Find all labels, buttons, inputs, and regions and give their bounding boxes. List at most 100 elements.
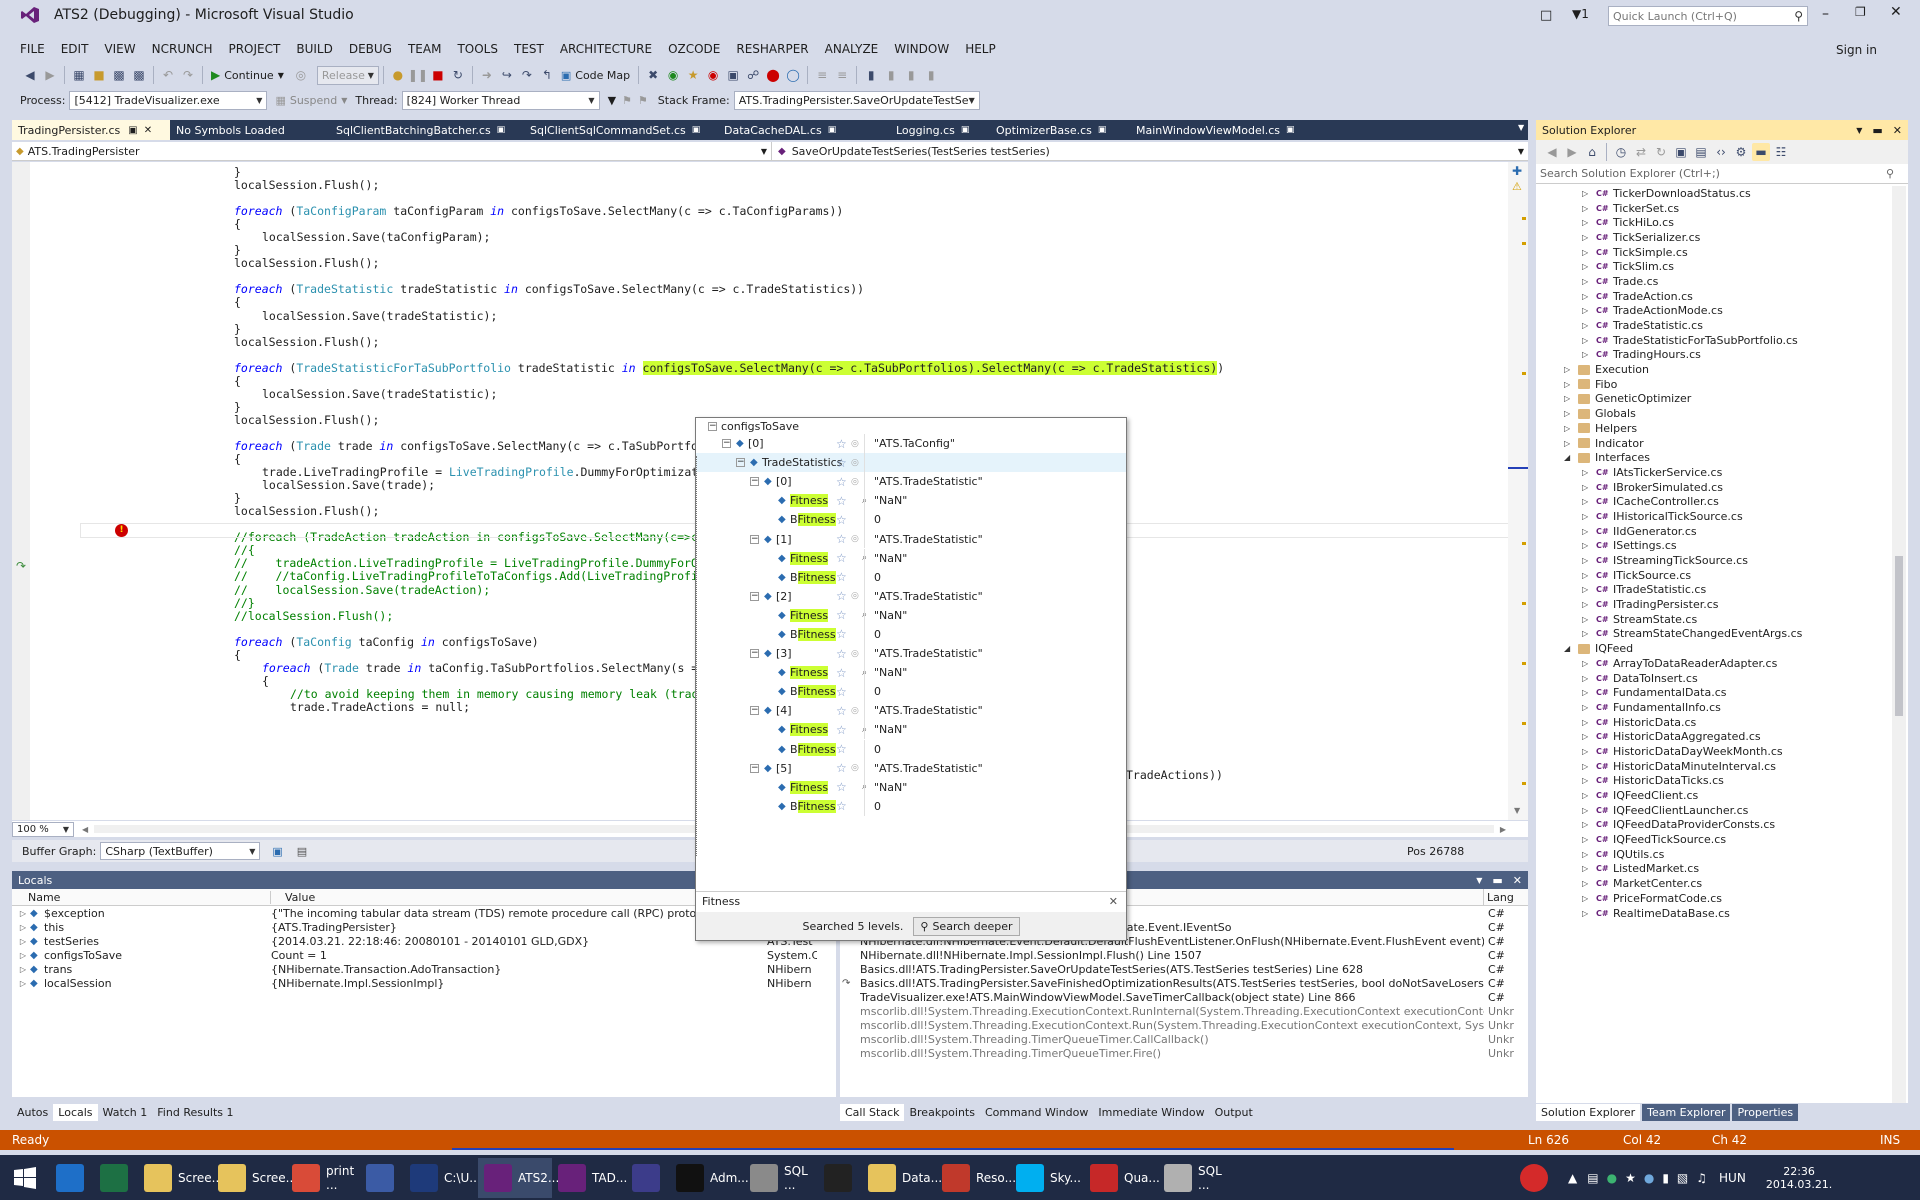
star-icon[interactable]: ☆ (836, 532, 847, 546)
menu-help[interactable]: HELP (965, 42, 996, 56)
doc-tab[interactable]: SqlClientBatchingBatcher.cs ▣ (330, 120, 505, 140)
buffer-graph-combo[interactable]: CSharp (TextBuffer) ▼ (100, 842, 261, 860)
menu-build[interactable]: BUILD (296, 42, 332, 56)
star-icon[interactable]: ☆ (836, 799, 847, 813)
breakpoint-icon[interactable]: ⬤ (764, 66, 782, 84)
collapsed-arrow-icon[interactable]: ▷ (1582, 541, 1596, 550)
undo-icon[interactable]: ↶ (159, 66, 177, 84)
collapsed-arrow-icon[interactable]: ▷ (1582, 248, 1596, 257)
solution-item[interactable]: ▷ Execution (1536, 362, 1908, 377)
solution-item[interactable]: ▷ C# TickSimple.cs (1536, 245, 1908, 260)
feedback-icon[interactable]: ▼1 (1572, 7, 1589, 21)
code-map-button[interactable]: ▣ Code Map (561, 69, 630, 82)
collapsed-arrow-icon[interactable]: ▷ (1582, 835, 1596, 844)
tab-locals[interactable]: Locals (53, 1103, 98, 1121)
collapsed-arrow-icon[interactable]: ▷ (1582, 556, 1596, 565)
collapsed-arrow-icon[interactable]: ▷ (1564, 365, 1578, 374)
tray-icon-2[interactable]: ● (1607, 1171, 1617, 1185)
collapsed-arrow-icon[interactable]: ▷ (1564, 409, 1578, 418)
solution-search-input[interactable]: Search Solution Explorer (Ctrl+;) ⚲ (1536, 164, 1908, 184)
restore-button[interactable]: ❐ (1855, 5, 1866, 19)
collapsed-arrow-icon[interactable]: ▷ (1582, 350, 1596, 359)
solution-item[interactable]: ▷ Helpers (1536, 421, 1908, 436)
taskbar-item[interactable]: Data... (862, 1158, 942, 1198)
quick-launch-input[interactable]: Quick Launch (Ctrl+Q) ⚲ (1608, 6, 1808, 26)
star-icon[interactable]: ☆ (836, 627, 847, 641)
collapsed-arrow-icon[interactable]: ▷ (1582, 306, 1596, 315)
star-icon[interactable]: ☆ (836, 723, 847, 737)
callstack-pin-icon[interactable]: ▬ (1492, 874, 1502, 887)
solution-item[interactable]: ▷ C# ISettings.cs (1536, 539, 1908, 554)
collapsed-arrow-icon[interactable]: ▷ (1582, 820, 1596, 829)
callstack-row[interactable]: mscorlib.dll!System.Threading.TimerQueue… (840, 1046, 1528, 1060)
solution-item[interactable]: ▷ C# TradingHours.cs (1536, 348, 1908, 363)
breakpoint-exception-icon[interactable]: ! (115, 524, 128, 537)
tray-icon-4[interactable]: ● (1644, 1171, 1654, 1185)
star-icon[interactable]: ☆ (836, 666, 847, 680)
collapse-icon[interactable]: − (750, 534, 759, 544)
collapsed-arrow-icon[interactable]: ▷ (1582, 806, 1596, 815)
solution-item[interactable]: ▷ C# MarketCenter.cs (1536, 876, 1908, 891)
camera-icon[interactable]: ▣ (724, 66, 742, 84)
datatip-row[interactable]: ◆ BFitness ☆ 0 (696, 682, 1126, 702)
solution-item[interactable]: ▷ C# StreamStateChangedEventArgs.cs (1536, 627, 1908, 642)
datatip-row[interactable]: ◆Fitness☆⌕"NaN" (696, 491, 1126, 511)
tray-icon-1[interactable]: ▤ (1587, 1171, 1598, 1185)
view-code-icon[interactable]: ‹› (1712, 143, 1730, 161)
threads-icon[interactable]: ⚑ (638, 94, 648, 107)
tab-watch-1[interactable]: Watch 1 (98, 1104, 153, 1121)
scroll-right-icon[interactable]: ▶ (1500, 825, 1506, 834)
solution-item[interactable]: ▷ C# TickHiLo.cs (1536, 215, 1908, 230)
collapsed-arrow-icon[interactable]: ▷ (1582, 468, 1596, 477)
redo-icon[interactable]: ↷ (179, 66, 197, 84)
star-icon[interactable]: ☆ (836, 685, 847, 699)
solution-item[interactable]: ▷ C# IQFeedTickSource.cs (1536, 832, 1908, 847)
tab-properties[interactable]: Properties (1732, 1103, 1799, 1121)
tab-team-explorer[interactable]: Team Explorer (1642, 1103, 1731, 1121)
datatip-row[interactable]: − ◆ [5] ☆ ◎ "ATS.TradeStatistic" (696, 758, 1126, 778)
collapsed-arrow-icon[interactable]: ▷ (1582, 629, 1596, 638)
taskbar-item[interactable] (360, 1158, 404, 1198)
flag-icon[interactable]: ⚑ (622, 94, 632, 107)
solution-item[interactable]: ◢ Interfaces (1536, 450, 1908, 465)
solution-item[interactable]: ▷ C# RealtimeDataBase.cs (1536, 906, 1908, 921)
collapsed-arrow-icon[interactable]: ▷ (1582, 497, 1596, 506)
refresh-icon[interactable]: ↻ (1652, 143, 1670, 161)
star-icon[interactable]: ☆ (836, 589, 847, 603)
ozcode-icon[interactable]: ◉ (664, 66, 682, 84)
home-icon[interactable]: ⌂ (1583, 143, 1601, 161)
solution-item[interactable]: ▷ Globals (1536, 406, 1908, 421)
menu-tools[interactable]: TOOLS (457, 42, 498, 56)
hex-icon[interactable]: ✖ (644, 66, 662, 84)
tab-immediate-window[interactable]: Immediate Window (1093, 1104, 1209, 1121)
solution-item[interactable]: ▷ C# IBrokerSimulated.cs (1536, 480, 1908, 495)
menu-team[interactable]: TEAM (408, 42, 441, 56)
step-into-icon[interactable]: ↪ (498, 66, 516, 84)
indicator-margin[interactable] (12, 162, 30, 820)
language-indicator[interactable]: HUN (1719, 1171, 1746, 1185)
split-icon[interactable]: ✚ (1512, 164, 1522, 178)
tab-overflow-icon[interactable]: ▼ (1518, 123, 1524, 132)
collapse-icon[interactable]: − (722, 439, 731, 449)
doc-tab[interactable]: DataCacheDAL.cs ▣ (718, 120, 888, 140)
editor-vertical-scrollbar[interactable]: ✚ ⚠ ▼ (1508, 162, 1528, 820)
sync-icon[interactable]: ⇄ (1632, 143, 1650, 161)
solution-item[interactable]: ▷ C# TradeStatisticForTaSubPortfolio.cs (1536, 333, 1908, 348)
menu-project[interactable]: PROJECT (228, 42, 280, 56)
collapsed-arrow-icon[interactable]: ▷ (1582, 776, 1596, 785)
locals-row[interactable]: ▷ ◆ localSession {NHibernate.Impl.SessionIm… (12, 976, 836, 990)
datatip-row[interactable]: ◆ BFitness ☆ 0 (696, 510, 1126, 530)
eye-icon[interactable]: ◎ (851, 706, 859, 716)
menu-debug[interactable]: DEBUG (349, 42, 392, 56)
taskbar-item[interactable] (94, 1158, 138, 1198)
collapse-icon[interactable]: − (750, 706, 759, 716)
datatip-row[interactable]: − ◆ [0] ☆ ◎ "ATS.TaConfig" (696, 434, 1126, 453)
star-icon[interactable]: ☆ (836, 513, 847, 527)
bookmark-next-icon[interactable]: ▮ (902, 66, 920, 84)
taskbar-item[interactable]: SQL ... (744, 1158, 818, 1198)
collapse-all-icon[interactable]: ▣ (1672, 143, 1690, 161)
collapsed-arrow-icon[interactable]: ▷ (1582, 718, 1596, 727)
pin-icon[interactable]: ▣ (961, 125, 970, 135)
show-all-files-icon[interactable]: ▤ (1692, 143, 1710, 161)
sign-in-link[interactable]: Sign in (1836, 43, 1877, 57)
